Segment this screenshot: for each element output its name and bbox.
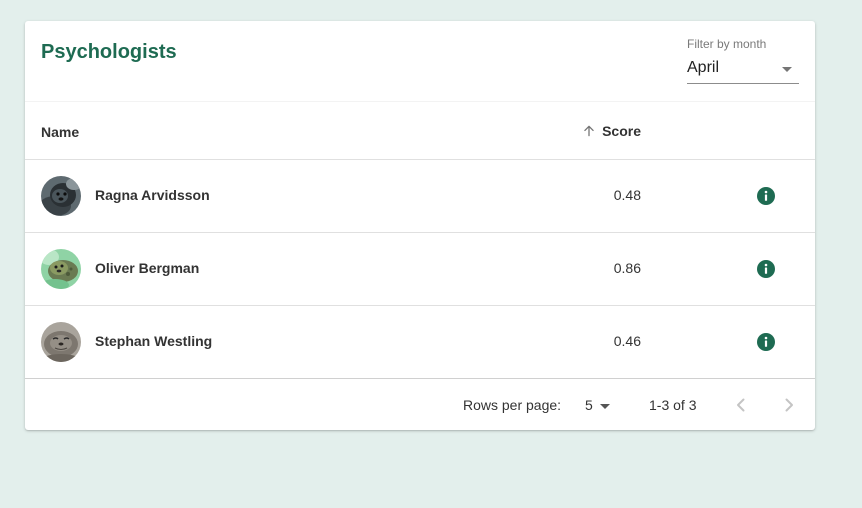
table-row: Stephan Westling 0.46 [25,306,815,379]
pagination-bar: Rows per page: 5 1-3 of 3 [25,378,815,431]
rows-per-page-value: 5 [585,397,593,413]
seal-photo-grey-avatar [41,322,81,362]
month-filter-select[interactable]: Filter by month April [687,36,799,85]
pagination-range: 1-3 of 3 [649,397,697,413]
table-row: Oliver Bergman 0.86 [25,233,815,306]
psychologist-score: 0.86 [613,260,641,276]
psychologists-card: Psychologists Filter by month April Name… [25,21,815,430]
info-icon[interactable] [757,260,775,278]
psychologist-name: Ragna Arvidsson [95,187,210,203]
info-icon[interactable] [757,187,775,205]
psychologists-table: Name Score Ragna Arvidsson 0.48 Oliver B… [25,101,815,379]
page-title: Psychologists [41,41,177,63]
dropdown-arrow-icon [782,67,792,72]
score-column-label: Score [602,123,641,139]
table-row: Ragna Arvidsson 0.48 [25,160,815,233]
seal-photo-dark-avatar [41,176,81,216]
dropdown-arrow-icon [600,404,610,409]
rows-per-page-label: Rows per page: [463,397,562,413]
chevron-left-icon[interactable] [729,393,753,417]
table-header-row: Name Score [25,101,815,160]
name-column-header: Name [41,124,80,140]
psychologist-score: 0.48 [613,187,641,203]
psychologist-name: Oliver Bergman [95,260,200,276]
psychologist-name: Stephan Westling [95,333,213,349]
arrow-up-icon [584,125,594,137]
psychologist-score: 0.46 [613,333,641,349]
seal-photo-green-avatar [41,249,81,289]
avatar [41,322,81,362]
info-icon[interactable] [757,333,775,351]
chevron-right-icon[interactable] [777,393,801,417]
avatar [41,176,81,216]
score-column-header[interactable]: Score [582,122,641,140]
card-header: Psychologists Filter by month April [25,21,815,101]
month-filter-label: Filter by month [687,37,767,51]
month-filter-value: April [687,59,720,76]
rows-per-page-select[interactable]: 5 [585,396,613,416]
avatar [41,249,81,289]
month-filter-underline [687,83,799,84]
